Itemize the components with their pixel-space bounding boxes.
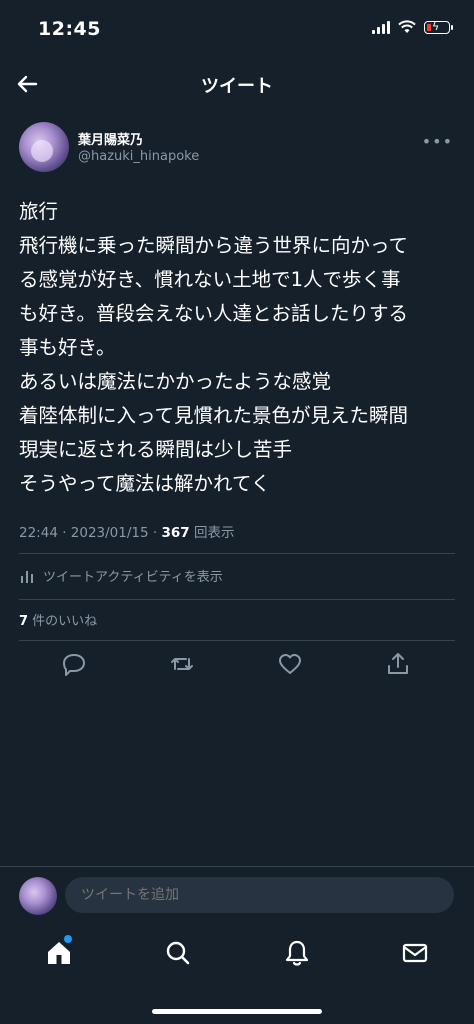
tweet-timestamp: 22:44 · 2023/01/15 · [19,525,162,541]
tweet-line: あるいは魔法にかかったような感覚 [19,370,332,393]
battery-icon: ϟ [424,20,453,34]
status-time: 12:45 [38,18,101,40]
activity-chart-icon [21,570,33,583]
tab-bar [0,932,474,976]
divider [19,553,455,554]
reply-input[interactable] [65,877,454,913]
status-bar: 12:45 ϟ [0,0,474,60]
wifi-icon [398,20,416,33]
tweet-line: も好き。普段会えない人達とお話したりする [19,302,409,325]
home-notification-dot [64,935,72,943]
search-icon[interactable] [163,938,193,968]
likes-count-link[interactable]: 7 件のいいね [19,610,97,629]
views-label: 回表示 [189,525,235,541]
author-handle[interactable]: @hazuki_hinapoke [78,149,199,164]
divider [19,640,455,641]
tweet-actions [0,650,474,680]
more-icon[interactable]: ••• [422,132,453,151]
page-title: ツイート [201,76,273,97]
author-display-name[interactable]: 葉月陽菜乃 [78,129,143,148]
tweet-line: 着陸体制に入って見慣れた景色が見えた瞬間 [19,404,409,427]
tweet-line: 現実に返される瞬間は少し苦手 [19,438,293,461]
retweet-icon[interactable] [168,650,196,678]
cellular-signal-icon [372,20,390,34]
share-icon[interactable] [384,650,412,678]
avatar[interactable] [19,122,69,172]
home-indicator [152,1009,322,1014]
tweet-metadata: 22:44 · 2023/01/15 · 367 回表示 [19,521,234,541]
tweet-line: そうやって魔法は解かれてく [19,472,271,495]
divider [19,599,455,600]
tweet-author: 葉月陽菜乃 @hazuki_hinapoke ••• [19,122,455,178]
tweet-line: 飛行機に乗った瞬間から違う世界に向かって [19,234,409,257]
like-icon[interactable] [276,650,304,678]
activity-label: ツイートアクティビティを表示 [43,570,223,585]
notifications-icon[interactable] [282,938,312,968]
tweet-activity-link[interactable]: ツイートアクティビティを表示 [19,566,223,585]
messages-icon[interactable] [400,938,430,968]
tweet-line: 旅行 [19,200,59,223]
tweet-line: る感覚が好き、慣れない土地で1人で歩く事 [19,268,401,291]
tweet-line: 事も好き。 [19,336,116,359]
views-count: 367 [161,525,190,541]
tweet-text: 旅行 飛行機に乗った瞬間から違う世界に向かって る感覚が好き、慣れない土地で1人… [19,195,460,501]
likes-label: 件のいいね [28,614,98,629]
avatar [19,877,57,915]
navigation-bar: ツイート [0,62,474,106]
divider [0,866,474,867]
likes-count: 7 [19,614,29,629]
reply-icon[interactable] [60,650,88,678]
